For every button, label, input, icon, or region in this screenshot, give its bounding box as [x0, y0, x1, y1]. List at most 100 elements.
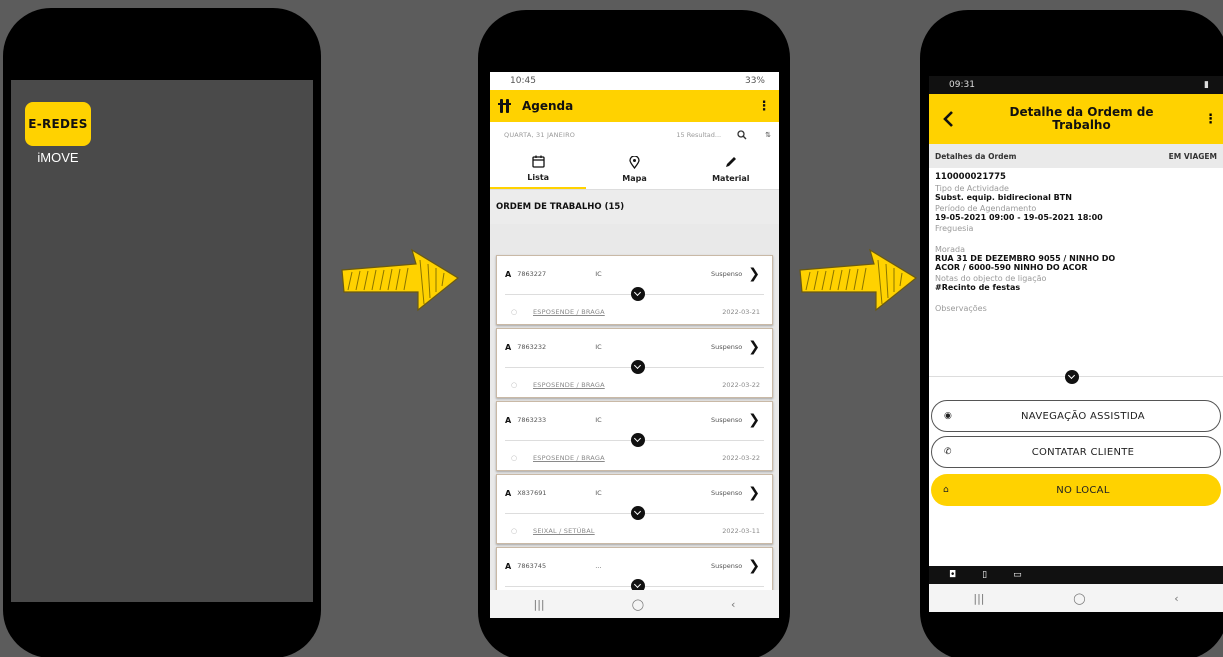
card-header-row: A 7863233 IC Suspenso ❯ — [505, 412, 760, 428]
phone-agenda: 10:45 33% Agenda ⋮ QUARTA, 31 JANEIRO 15… — [478, 10, 790, 657]
map-pin-icon: ○ — [511, 308, 518, 316]
button-label: NO LOCAL — [1056, 484, 1110, 496]
order-location: ESPOSENDE / BRAGA — [533, 308, 605, 316]
recent-apps-icon[interactable]: ||| — [534, 598, 545, 611]
results-filter[interactable]: 15 Resultad... — [676, 131, 721, 139]
detail-header: Detalhes da Ordem EM VIAGEM — [929, 144, 1223, 168]
home-icon[interactable]: ◯ — [1073, 592, 1085, 605]
order-id: 7863232 — [517, 343, 547, 351]
android-nav-bar: ||| ◯ ‹ — [490, 590, 779, 618]
observations-label: Observações — [935, 304, 987, 313]
chevron-right-icon[interactable]: ❯ — [748, 558, 760, 574]
app-label: iMOVE — [37, 150, 79, 165]
camera-icon[interactable]: ◘ — [949, 570, 956, 580]
order-date: 2022-03-21 — [722, 308, 760, 316]
tools-icon[interactable] — [498, 98, 512, 114]
home-icon[interactable]: ◯ — [632, 598, 644, 611]
appbar-title: Agenda — [522, 99, 574, 113]
order-type: IC — [595, 416, 602, 424]
view-tabs: Lista Mapa Material — [490, 148, 779, 190]
order-status: Suspenso — [711, 270, 743, 278]
calendar-icon — [532, 155, 545, 168]
expand-chevron-icon[interactable] — [631, 360, 645, 374]
back-icon[interactable]: ‹ — [731, 598, 735, 611]
activity-type-label: Tipo de Actividade — [935, 184, 1009, 193]
current-date: QUARTA, 31 JANEIRO — [504, 131, 576, 139]
expand-chevron-icon[interactable] — [1065, 370, 1079, 384]
detail-appbar: Detalhe da Ordem de Trabalho ⋮ — [929, 94, 1223, 144]
order-status: Suspenso — [711, 343, 743, 351]
home-screen: E-REDES iMOVE — [11, 80, 313, 602]
schedule-value: 19-05-2021 09:00 - 19-05-2021 18:00 — [935, 213, 1103, 222]
map-pin-icon: ◉ — [944, 411, 952, 421]
work-order-card[interactable]: A 7863233 IC Suspenso ❯ ○ ESPOSENDE / BR… — [496, 401, 773, 471]
card-prefix: A — [505, 561, 512, 571]
tab-lista[interactable]: Lista — [490, 148, 587, 189]
search-icon[interactable] — [737, 130, 747, 140]
expand-chevron-icon[interactable] — [631, 433, 645, 447]
bottom-toolbar: ◘ ▯ ▭ — [929, 566, 1223, 584]
chevron-right-icon[interactable]: ❯ — [748, 412, 760, 428]
tab-label: Mapa — [622, 173, 647, 183]
date-filter-bar: QUARTA, 31 JANEIRO 15 Resultad... ⇅ — [490, 122, 779, 148]
order-location: ESPOSENDE / BRAGA — [533, 454, 605, 462]
map-pin-icon — [629, 156, 640, 169]
tab-material[interactable]: Material — [683, 148, 779, 189]
details-heading: Detalhes da Ordem — [935, 151, 1017, 161]
on-site-button[interactable]: ⌂ NO LOCAL — [931, 474, 1221, 506]
calendar-icon[interactable]: ▭ — [1013, 570, 1022, 580]
activity-type-value: Subst. equip. bidirecional BTN — [935, 193, 1072, 202]
map-pin-icon: ○ — [511, 454, 518, 462]
more-menu-icon[interactable]: ⋮ — [1204, 112, 1217, 127]
status-bar: 09:31 ▮ — [929, 76, 1223, 94]
button-label: NAVEGAÇÃO ASSISTIDA — [1021, 410, 1145, 422]
address-label: Morada — [935, 245, 965, 254]
tab-label: Material — [712, 173, 750, 183]
status-badge: EM VIAGEM — [1168, 151, 1217, 161]
order-type: ... — [595, 562, 602, 570]
status-time: 09:31 — [949, 80, 975, 90]
map-pin-icon: ○ — [511, 527, 518, 535]
agenda-appbar: Agenda ⋮ — [490, 90, 779, 122]
e-redes-app-icon[interactable]: E-REDES — [25, 102, 91, 146]
notes-value: #Recinto de festas — [935, 283, 1021, 292]
card-footer-row: ○ ESPOSENDE / BRAGA 2022-03-22 — [511, 454, 760, 462]
order-number: 110000021775 — [935, 172, 1006, 182]
tab-mapa[interactable]: Mapa — [586, 148, 682, 189]
order-id: X837691 — [517, 489, 547, 497]
order-type: IC — [595, 270, 602, 278]
expand-chevron-icon[interactable] — [631, 287, 645, 301]
phone-icon: ✆ — [944, 447, 952, 457]
pencil-icon — [726, 157, 737, 167]
contact-client-button[interactable]: ✆ CONTATAR CLIENTE — [931, 436, 1221, 468]
card-footer-row: ○ ESPOSENDE / BRAGA 2022-03-21 — [511, 308, 760, 316]
chevron-right-icon[interactable]: ❯ — [748, 485, 760, 501]
work-order-card[interactable]: A 7863227 IC Suspenso ❯ ○ ESPOSENDE / BR… — [496, 255, 773, 325]
agenda-screen: 10:45 33% Agenda ⋮ QUARTA, 31 JANEIRO 15… — [490, 72, 779, 618]
arrow-right-icon — [341, 248, 460, 312]
more-menu-icon[interactable]: ⋮ — [757, 99, 771, 114]
chevron-right-icon[interactable]: ❯ — [748, 339, 760, 355]
phone-detail: 09:31 ▮ Detalhe da Ordem de Trabalho ⋮ D… — [920, 10, 1223, 657]
order-id: 7863227 — [517, 270, 547, 278]
app-icon-text: E-REDES — [28, 117, 88, 131]
order-status: Suspenso — [711, 416, 743, 424]
sort-icon[interactable]: ⇅ — [765, 131, 771, 139]
status-time: 10:45 — [510, 76, 536, 86]
card-header-row: A 7863232 IC Suspenso ❯ — [505, 339, 760, 355]
back-icon[interactable]: ‹ — [1174, 592, 1178, 605]
back-arrow-icon[interactable] — [939, 109, 959, 129]
expand-chevron-icon[interactable] — [631, 506, 645, 520]
recent-apps-icon[interactable]: ||| — [973, 592, 984, 605]
order-location: SEIXAL / SETÚBAL — [533, 527, 595, 535]
assisted-navigation-button[interactable]: ◉ NAVEGAÇÃO ASSISTIDA — [931, 400, 1221, 432]
signal-battery-icon: ▮ — [1204, 80, 1209, 90]
attachment-icon[interactable]: ▯ — [982, 570, 987, 580]
order-id: 7863745 — [517, 562, 547, 570]
home-icon: ⌂ — [943, 485, 949, 495]
work-order-card[interactable]: A 7863232 IC Suspenso ❯ ○ ESPOSENDE / BR… — [496, 328, 773, 398]
card-footer-row: ○ SEIXAL / SETÚBAL 2022-03-11 — [511, 527, 760, 535]
detail-title: Detalhe da Ordem de Trabalho — [959, 106, 1204, 132]
chevron-right-icon[interactable]: ❯ — [748, 266, 760, 282]
work-order-card[interactable]: A X837691 IC Suspenso ❯ ○ SEIXAL / SETÚB… — [496, 474, 773, 544]
